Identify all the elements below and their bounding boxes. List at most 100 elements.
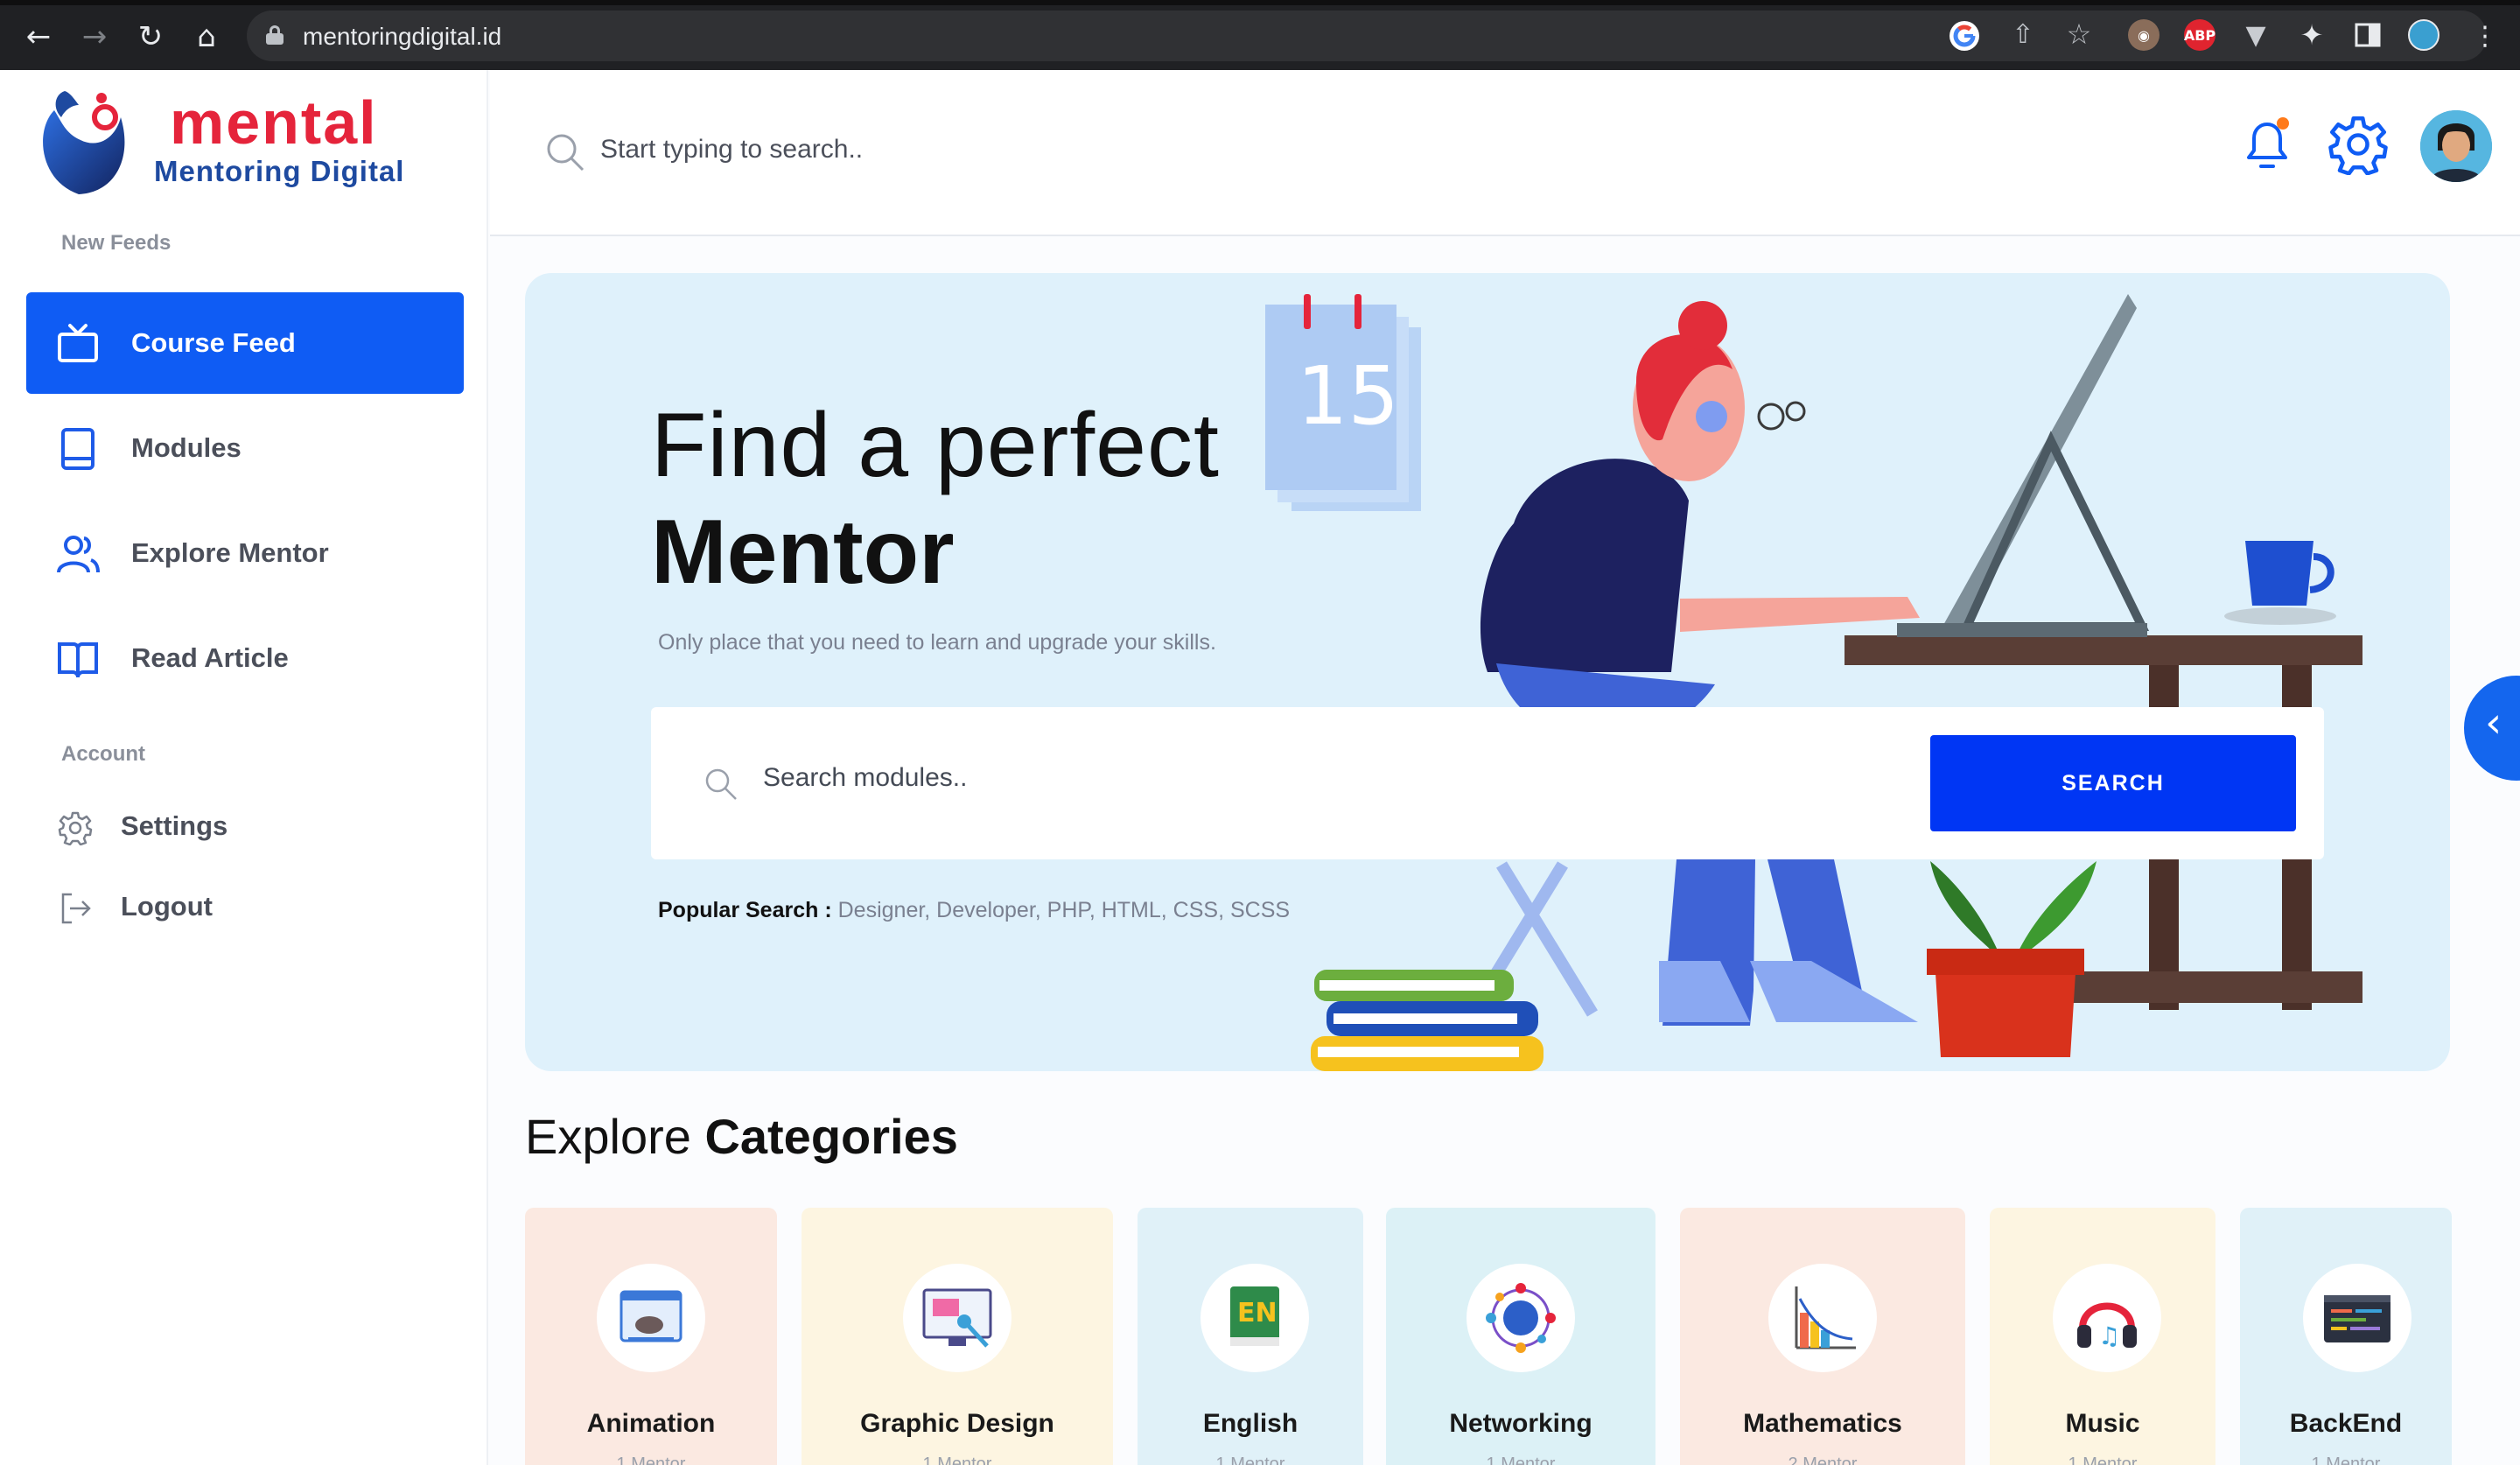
share-icon[interactable]: ⇧ <box>2007 19 2039 51</box>
gear-icon <box>58 811 93 845</box>
sidebar-item-course-feed[interactable]: Course Feed <box>26 292 464 394</box>
sidebar-item-explore-mentor[interactable]: Explore Mentor <box>26 502 464 604</box>
lock-icon <box>266 25 284 45</box>
graphic-design-icon <box>903 1264 1012 1372</box>
category-count: 1 Mentor <box>1486 1454 1556 1465</box>
abp-icon[interactable]: ABP <box>2184 19 2216 51</box>
category-card-networking[interactable]: Networking 1 Mentor <box>1386 1208 1656 1465</box>
category-card-mathematics[interactable]: Mathematics 2 Mentor <box>1680 1208 1965 1465</box>
gear-icon <box>2328 116 2388 176</box>
sidebar-item-label: Read Article <box>131 642 289 673</box>
category-count: 1 Mentor <box>2311 1454 2381 1465</box>
categories-heading-light: Explore <box>525 1109 691 1164</box>
logout-icon <box>61 893 91 924</box>
settings-button[interactable] <box>2328 114 2389 176</box>
abp-label: ABP <box>2183 26 2216 44</box>
category-name: Networking <box>1449 1409 1592 1438</box>
sidebar-item-label: Modules <box>131 432 242 463</box>
star-icon[interactable]: ☆ <box>2063 18 2095 51</box>
english-icon: EN <box>1200 1264 1309 1372</box>
popular-search-terms[interactable]: Designer, Developer, PHP, HTML, CSS, SCS… <box>838 898 1290 922</box>
menu-icon[interactable]: ⋮ <box>2468 19 2502 54</box>
category-card-animation[interactable]: Animation 1 Mentor <box>525 1208 777 1465</box>
puzzle-icon[interactable]: ✦ <box>2296 18 2328 52</box>
sidepanel-icon[interactable] <box>2352 19 2384 51</box>
backend-icon <box>2303 1264 2412 1372</box>
sidebar-item-label: Explore Mentor <box>131 537 329 568</box>
brand-title: mental <box>170 88 378 157</box>
hero-search-box: SEARCH <box>651 707 2324 859</box>
calendar-number: 15 <box>1297 349 1399 443</box>
sidebar-item-modules[interactable]: Modules <box>26 397 464 499</box>
sidebar-item-logout[interactable]: Logout <box>52 882 420 935</box>
profile-avatar[interactable] <box>2408 19 2440 51</box>
brand-subtitle: Mentoring Digital <box>154 155 405 187</box>
top-header <box>490 70 2520 236</box>
sidebar-item-read-article[interactable]: Read Article <box>26 607 464 709</box>
back-icon[interactable]: ← <box>21 19 56 54</box>
category-name: Graphic Design <box>860 1409 1054 1438</box>
svg-text:EN: EN <box>1237 1298 1278 1328</box>
spy-icon[interactable]: ◉ <box>2128 19 2160 51</box>
window-edge <box>0 0 2520 5</box>
search-button[interactable]: SEARCH <box>1930 735 2296 831</box>
collapse-panel-button[interactable]: ‹ <box>2464 676 2520 781</box>
header-search-input[interactable] <box>600 135 1300 165</box>
book-icon <box>61 428 94 470</box>
module-search-input[interactable] <box>763 763 1813 793</box>
chevron-left-icon: ‹ <box>2485 698 2502 747</box>
section-label-feeds: New Feeds <box>61 231 172 255</box>
category-count: 1 Mentor <box>616 1454 686 1465</box>
category-count: 2 Mentor <box>1788 1454 1858 1465</box>
category-card-graphic-design[interactable]: Graphic Design 1 Mentor <box>802 1208 1113 1465</box>
category-count: 1 Mentor <box>922 1454 992 1465</box>
forward-icon[interactable]: → <box>77 19 112 54</box>
url-text[interactable]: mentoringdigital.id <box>303 23 501 51</box>
sidebar-item-label: Course Feed <box>131 327 296 358</box>
networking-icon <box>1466 1264 1575 1372</box>
user-avatar[interactable] <box>2420 110 2492 182</box>
notification-button[interactable] <box>2236 114 2298 175</box>
category-count: 1 Mentor <box>2068 1454 2138 1465</box>
sidebar-item-settings[interactable]: Settings <box>52 802 420 854</box>
logo-icon[interactable] <box>35 86 131 198</box>
svg-text:♫: ♫ <box>2098 1321 2120 1350</box>
calendar-icon: 15 <box>1265 294 1421 511</box>
google-icon[interactable] <box>1950 21 1979 51</box>
hero-title-line1: Find a perfect <box>651 395 1220 496</box>
search-icon <box>705 768 737 800</box>
hero-banner: 15 Find a perfect Mentor Only place that… <box>525 273 2450 1071</box>
category-name: BackEnd <box>2289 1409 2403 1438</box>
categories-heading: Explore Categories <box>525 1108 958 1165</box>
category-card-english[interactable]: EN English 1 Mentor <box>1138 1208 1363 1465</box>
search-icon <box>547 134 584 172</box>
open-book-icon <box>58 642 98 678</box>
category-name: Music <box>2065 1409 2140 1438</box>
animation-icon <box>597 1264 705 1372</box>
vee-icon[interactable]: ▼ <box>2240 19 2272 51</box>
hero-title-line2: Mentor <box>651 501 955 603</box>
reload-icon[interactable]: ↻ <box>133 19 168 54</box>
sidebar-item-label: Settings <box>121 810 228 841</box>
category-name: English <box>1202 1409 1298 1438</box>
categories-heading-bold: Categories <box>704 1109 958 1164</box>
sidebar: mental Mentoring Digital New Feeds Cours… <box>0 70 488 1465</box>
music-icon: ♫ <box>2053 1264 2161 1372</box>
category-card-music[interactable]: ♫ Music 1 Mentor <box>1990 1208 2216 1465</box>
notification-badge <box>2277 117 2289 130</box>
mathematics-icon <box>1768 1264 1877 1372</box>
popular-search: Popular Search : Designer, Developer, PH… <box>658 898 1290 923</box>
home-icon[interactable]: ⌂ <box>189 19 224 54</box>
hero-subtitle: Only place that you need to learn and up… <box>658 630 1216 655</box>
popular-search-label: Popular Search : <box>658 898 832 922</box>
category-name: Animation <box>586 1409 716 1438</box>
browser-toolbar: ← → ↻ ⌂ mentoringdigital.id ⇧ ☆ ◉ ABP ▼ … <box>0 0 2520 70</box>
sidebar-item-label: Logout <box>121 891 214 922</box>
category-name: Mathematics <box>1743 1409 1902 1438</box>
tv-icon <box>58 324 98 362</box>
users-icon <box>57 536 100 573</box>
category-card-backend[interactable]: BackEnd 1 Mentor <box>2240 1208 2452 1465</box>
hero-illustration: 15 <box>1265 294 2362 1071</box>
section-label-account: Account <box>61 742 145 766</box>
category-count: 1 Mentor <box>1215 1454 1285 1465</box>
